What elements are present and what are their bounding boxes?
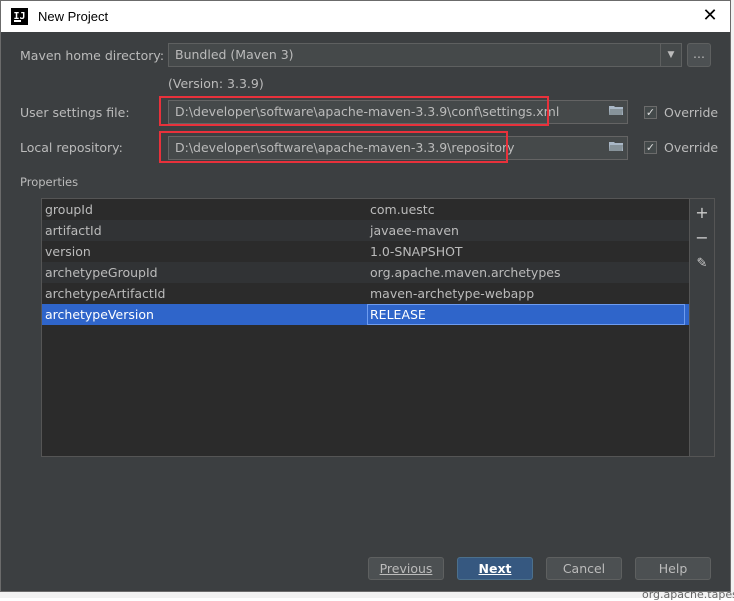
folder-icon[interactable] (609, 141, 623, 151)
highlight-box (159, 131, 508, 163)
settings-override-checkbox[interactable]: ✓ (644, 106, 657, 119)
property-key: artifactId (45, 223, 102, 238)
property-value: javaee-maven (370, 223, 459, 238)
help-button[interactable]: Help (635, 557, 711, 580)
add-icon[interactable]: + (694, 205, 710, 221)
properties-toolbar: + − ✎ (690, 198, 715, 457)
maven-home-value: Bundled (Maven 3) (175, 47, 294, 62)
cancel-button-label: Cancel (562, 561, 606, 576)
cancel-button[interactable]: Cancel (546, 557, 622, 580)
edit-icon[interactable]: ✎ (694, 256, 710, 272)
table-row[interactable]: groupId com.uestc (42, 199, 689, 220)
property-key: archetypeArtifactId (45, 286, 166, 301)
maven-home-select[interactable]: Bundled (Maven 3) ▼ (168, 43, 682, 67)
maven-home-label: Maven home directory: (20, 48, 165, 63)
property-value: com.uestc (370, 202, 435, 217)
next-button[interactable]: Next (457, 557, 533, 580)
title-bar: IJ New Project ✕ (1, 1, 730, 32)
property-value: maven-archetype-webapp (370, 286, 535, 301)
local-repository-label: Local repository: (20, 140, 123, 155)
settings-override-label: Override (664, 105, 719, 120)
property-value: 1.0-SNAPSHOT (370, 244, 463, 259)
highlight-box (159, 96, 549, 126)
property-value: org.apache.maven.archetypes (370, 265, 561, 280)
property-key: version (45, 244, 91, 259)
property-value-editor[interactable]: RELEASE (367, 304, 685, 325)
chevron-down-icon: ▼ (660, 44, 681, 66)
new-project-dialog: IJ New Project ✕ Maven home directory: B… (0, 0, 731, 592)
close-button[interactable]: ✕ (698, 4, 722, 28)
table-row-selected[interactable]: archetypeVersion RELEASE (42, 304, 689, 325)
repository-override-checkbox[interactable]: ✓ (644, 141, 657, 154)
property-key: archetypeVersion (45, 307, 154, 322)
properties-table: groupId com.uestc artifactId javaee-mave… (41, 198, 690, 457)
property-key: archetypeGroupId (45, 265, 158, 280)
properties-label: Properties (20, 175, 79, 189)
previous-button[interactable]: Previous (368, 557, 444, 580)
user-settings-label: User settings file: (20, 105, 130, 120)
next-button-label: Next (478, 561, 512, 576)
table-row[interactable]: artifactId javaee-maven (42, 220, 689, 241)
table-row[interactable]: version 1.0-SNAPSHOT (42, 241, 689, 262)
folder-icon[interactable] (609, 105, 623, 115)
browse-maven-home-button[interactable]: ... (687, 43, 711, 67)
table-row[interactable]: archetypeGroupId org.apache.maven.archet… (42, 262, 689, 283)
window-title: New Project (38, 9, 109, 24)
property-key: groupId (45, 202, 93, 217)
remove-icon[interactable]: − (694, 230, 710, 246)
table-row[interactable]: archetypeArtifactId maven-archetype-weba… (42, 283, 689, 304)
intellij-icon: IJ (11, 8, 28, 25)
repository-override-label: Override (664, 140, 719, 155)
previous-button-label: Previous (379, 561, 433, 576)
help-button-label: Help (658, 561, 688, 576)
maven-version-note: (Version: 3.3.9) (168, 76, 264, 91)
